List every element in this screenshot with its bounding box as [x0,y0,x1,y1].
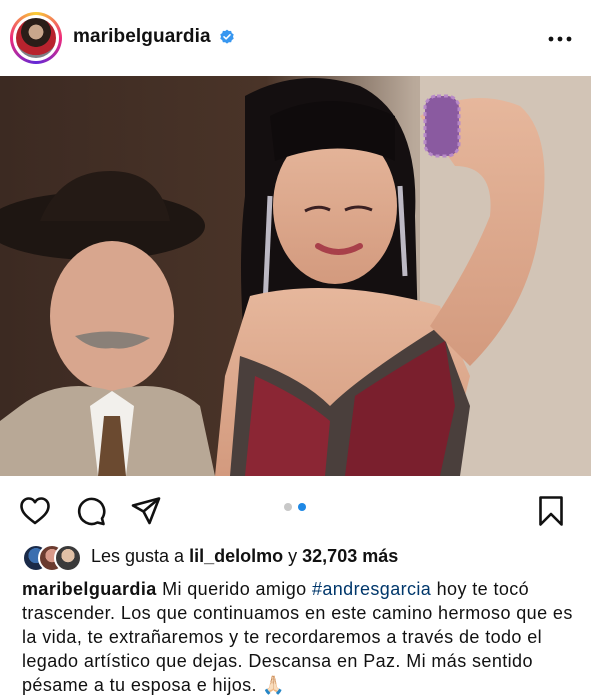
photo-illustration [0,76,591,476]
share-icon[interactable] [131,496,161,526]
likes-count[interactable]: 32,703 [302,546,357,566]
avatar-photo [16,18,56,58]
liker-username[interactable]: lil_delolmo [189,546,283,566]
caption-lead: Mi querido amigo [162,579,307,599]
likes-suffix[interactable]: más [362,546,398,566]
caption-hashtag[interactable]: #andresgarcia [312,579,431,599]
more-options-icon[interactable] [548,36,572,42]
likes-conjunction: y [288,546,298,566]
carousel-dot-1 [284,503,292,511]
post-caption: maribelguardia Mi querido amigo #andresg… [22,577,578,697]
caption-username[interactable]: maribelguardia [22,579,157,599]
liker-avatar [54,544,82,572]
post-photo[interactable] [0,76,591,476]
likes-summary[interactable]: Les gusta a lil_delolmo y 32,703 más [91,546,398,567]
likes-prefix: Les gusta a [91,546,185,566]
heart-icon[interactable] [19,496,51,526]
carousel-dot-2-active [298,503,306,511]
likes-row: Les gusta a lil_delolmo y 32,703 más [22,544,582,572]
comment-icon[interactable] [76,496,106,526]
profile-avatar[interactable] [10,12,62,64]
bookmark-icon[interactable] [538,495,564,527]
post-username[interactable]: maribelguardia [73,26,211,48]
post-header: maribelguardia [0,0,591,76]
verified-badge-icon [220,29,234,44]
